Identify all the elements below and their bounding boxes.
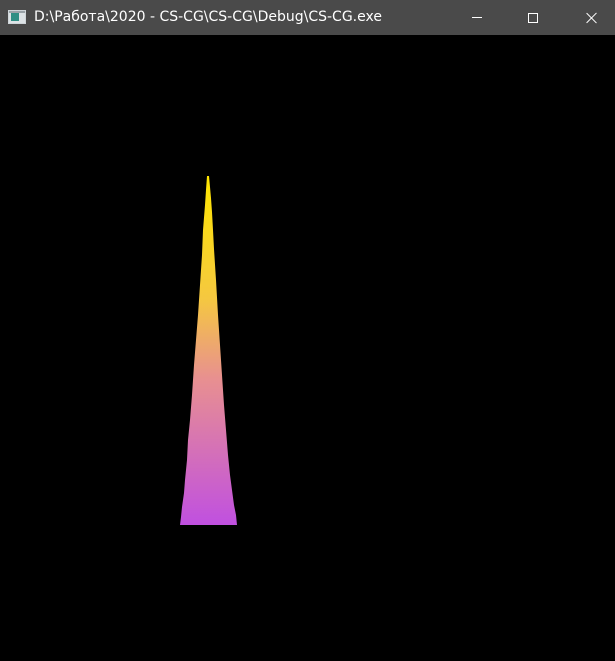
console-app-icon[interactable] [8,10,26,24]
minimize-button[interactable] [454,0,500,35]
gradient-cone [180,176,237,525]
close-button[interactable] [569,0,615,35]
render-viewport [0,35,615,661]
maximize-icon [528,12,538,23]
maximize-button[interactable] [510,0,556,35]
window-title: D:\Работа\2020 - CS-CG\CS-CG\Debug\CS-CG… [34,9,382,25]
title-bar[interactable]: D:\Работа\2020 - CS-CG\CS-CG\Debug\CS-CG… [0,0,615,35]
render-canvas [180,176,237,525]
close-icon [586,12,598,24]
minimize-icon [472,17,482,18]
cone-side-shading [180,176,237,525]
app-window: D:\Работа\2020 - CS-CG\CS-CG\Debug\CS-CG… [0,0,615,661]
